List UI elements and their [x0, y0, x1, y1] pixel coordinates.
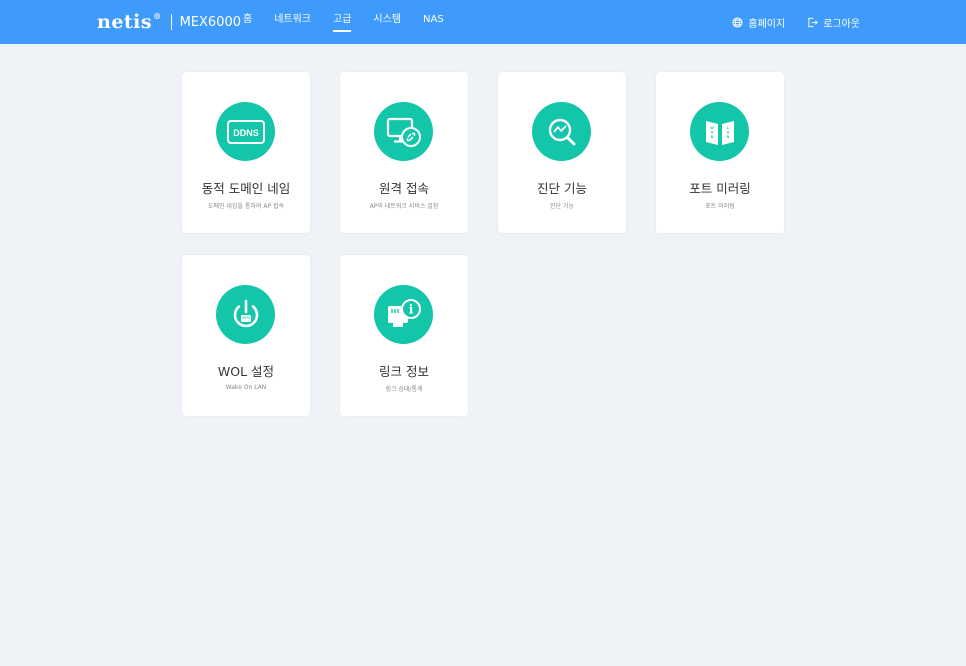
nav-item-network[interactable]: 네트워크	[274, 0, 311, 44]
logout-icon	[808, 17, 818, 27]
model-name: MEX6000	[179, 14, 242, 30]
card-title: 링크 정보	[379, 364, 429, 379]
card-subtitle: 링크 상태/통계	[385, 386, 423, 393]
header-actions: 홈페이지 로그아웃	[710, 0, 860, 44]
top-bar: netis® MEX6000 홈 네트워크 고급 시스템 NAS 홈페이지 로그…	[0, 0, 966, 44]
logout-label: 로그아웃	[823, 18, 860, 30]
card-diagnostic[interactable]: 진단 기능 진단 기능	[498, 72, 626, 233]
nav-item-nas[interactable]: NAS	[423, 0, 444, 44]
homepage-label: 홈페이지	[748, 18, 786, 30]
card-remote-access[interactable]: 원격 접속 AP의 네트워크 서비스 설정	[340, 72, 468, 233]
card-title: 진단 기능	[537, 181, 587, 196]
globe-icon	[732, 16, 743, 28]
netis-logo[interactable]: netis®	[97, 11, 162, 33]
nav-item-advanced[interactable]: 고급	[333, 0, 352, 44]
card-subtitle: 포트 미러링	[705, 203, 735, 210]
card-wol[interactable]: WOL 설정 Wake On LAN	[182, 255, 310, 416]
card-title: 원격 접속	[379, 181, 429, 196]
svg-text:i: i	[408, 302, 413, 316]
brand-divider	[170, 14, 172, 30]
power-icon	[216, 285, 275, 344]
nav-item-home[interactable]: 홈	[243, 0, 252, 44]
ddns-icon: DDNS	[216, 102, 275, 161]
brand: netis® MEX6000	[97, 11, 241, 33]
logout-button[interactable]: 로그아웃	[807, 15, 860, 30]
homepage-link[interactable]: 홈페이지	[732, 15, 785, 30]
card-port-mirroring[interactable]: W A N L A N 포트 미러링 포트 미러링	[656, 72, 784, 233]
card-subtitle: Wake On LAN	[225, 384, 267, 391]
port-mirroring-icon: W A N L A N	[690, 102, 749, 161]
card-subtitle: 진단 기능	[550, 203, 574, 210]
nav-item-system[interactable]: 시스템	[373, 0, 401, 44]
card-title: 동적 도메인 네임	[201, 181, 291, 196]
card-subtitle: AP의 네트워크 서비스 설정	[369, 203, 439, 210]
svg-text:DDNS: DDNS	[233, 128, 259, 138]
card-ddns[interactable]: DDNS 동적 도메인 네임 도메인 네임을 통하여 AP 접속	[182, 72, 310, 233]
link-info-icon: i	[374, 285, 433, 344]
card-subtitle: 도메인 네임을 통하여 AP 접속	[207, 203, 285, 210]
diagnostic-icon	[532, 102, 591, 161]
card-link-info[interactable]: i 링크 정보 링크 상태/통계	[340, 255, 468, 416]
card-title: WOL 설정	[217, 364, 275, 379]
remote-access-icon	[374, 102, 433, 161]
card-title: 포트 미러링	[689, 181, 751, 196]
main-nav: 홈 네트워크 고급 시스템 NAS	[243, 0, 466, 44]
